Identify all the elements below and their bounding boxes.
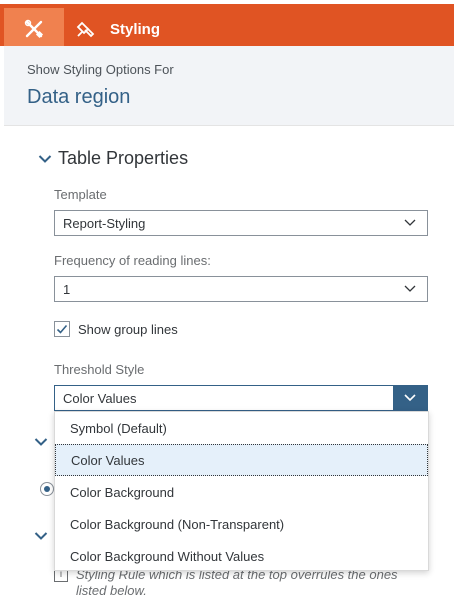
styling-options-hint: Show Styling Options For [27, 62, 174, 77]
chevron-down-icon[interactable] [393, 386, 427, 410]
chevron-down-icon[interactable] [34, 529, 48, 543]
threshold-option-color-background-without-values[interactable]: Color Background Without Values [55, 540, 428, 572]
radio-button[interactable] [40, 482, 54, 496]
styling-tab[interactable]: Styling [76, 8, 160, 50]
paint-brush-icon [76, 21, 95, 38]
styling-header: Show Styling Options For Data region [4, 46, 454, 126]
threshold-style-select[interactable]: Color Values [54, 385, 428, 411]
data-region-title[interactable]: Data region [27, 86, 130, 109]
group-lines-label: Show group lines [78, 321, 178, 337]
styling-toolbar: Styling [0, 0, 454, 50]
chevron-down-icon[interactable] [34, 435, 48, 449]
tools-button[interactable] [4, 8, 64, 50]
template-value: Report-Styling [63, 215, 146, 231]
threshold-option-symbol[interactable]: Symbol (Default) [55, 412, 428, 444]
tools-icon [24, 19, 44, 39]
group-lines-row[interactable]: Show group lines [54, 321, 178, 337]
threshold-style-label: Threshold Style [54, 362, 145, 377]
template-select[interactable]: Report-Styling [54, 210, 428, 236]
table-properties-header[interactable]: Table Properties [38, 148, 188, 169]
threshold-style-value: Color Values [63, 390, 137, 406]
chevron-down-icon [393, 277, 427, 301]
chevron-down-icon [393, 211, 427, 235]
styling-tab-label: Styling [110, 20, 161, 38]
checkmark-icon [56, 324, 68, 334]
threshold-option-color-background[interactable]: Color Background [55, 476, 428, 508]
chevron-down-icon [38, 152, 52, 166]
table-properties-title: Table Properties [58, 148, 189, 168]
threshold-style-dropdown: Symbol (Default) Color Values Color Back… [54, 411, 429, 571]
threshold-option-color-background-non-transparent[interactable]: Color Background (Non-Transparent) [55, 508, 428, 540]
threshold-option-color-values[interactable]: Color Values [55, 444, 428, 476]
reading-lines-select[interactable]: 1 [54, 276, 428, 302]
template-label: Template [54, 187, 107, 202]
reading-lines-value: 1 [63, 281, 71, 297]
group-lines-checkbox[interactable] [54, 321, 70, 337]
reading-lines-label: Frequency of reading lines: [54, 253, 211, 268]
